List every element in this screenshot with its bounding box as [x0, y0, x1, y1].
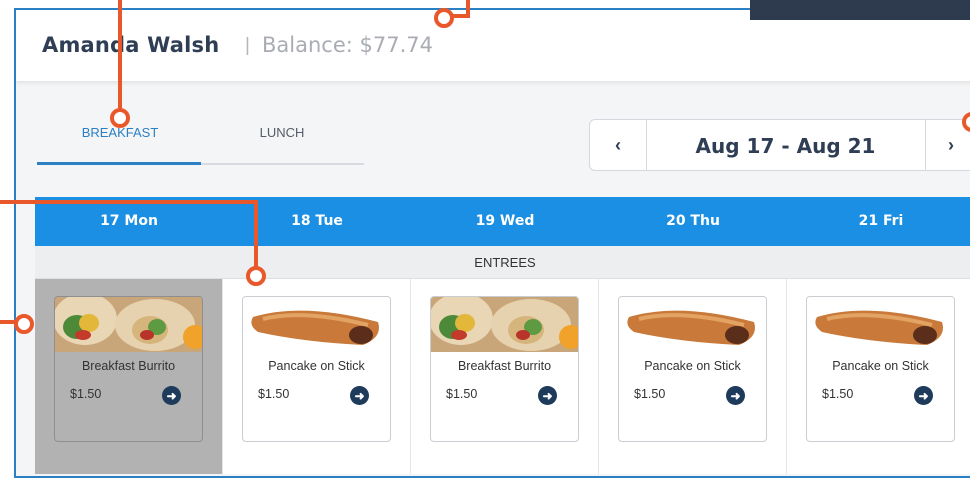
category-row: ENTREES	[35, 246, 970, 279]
pancake-stick-image	[619, 297, 766, 352]
menu-cell[interactable]: Pancake on Stick $1.50 ➜	[599, 279, 787, 474]
item-price: $1.50	[634, 387, 666, 401]
callout-dot	[110, 108, 130, 128]
day-header: 17 Mon	[100, 213, 158, 229]
arrow-right-icon[interactable]: ➜	[162, 386, 181, 405]
day-header: 19 Wed	[475, 213, 535, 229]
arrow-right-icon[interactable]: ➜	[914, 386, 933, 405]
date-range-label: Aug 17 - Aug 21	[695, 134, 876, 158]
menu-item-card[interactable]: Pancake on Stick $1.50 ➜	[618, 296, 767, 442]
item-name: Breakfast Burrito	[457, 359, 552, 373]
callout-line	[118, 0, 122, 112]
item-price: $1.50	[446, 387, 478, 401]
menu-cell[interactable]: Pancake on Stick $1.50 ➜	[787, 279, 970, 474]
balance: Balance: $77.74	[262, 33, 433, 57]
burrito-image	[431, 297, 578, 352]
tab-lunch[interactable]: LUNCH	[202, 125, 362, 140]
tab-active-indicator	[37, 162, 201, 165]
user-name: Amanda Walsh	[42, 33, 220, 57]
menu-item-card[interactable]: Pancake on Stick $1.50 ➜	[806, 296, 955, 442]
item-price: $1.50	[822, 387, 854, 401]
arrow-right-icon[interactable]: ➜	[538, 386, 557, 405]
previous-week-button[interactable]: ‹	[590, 120, 647, 170]
arrow-right-icon[interactable]: ➜	[726, 386, 745, 405]
item-name: Pancake on Stick	[832, 359, 929, 373]
top-right-panel	[750, 0, 970, 20]
menu-cell[interactable]: Breakfast Burrito $1.50 ➜	[411, 279, 599, 474]
item-price: $1.50	[258, 387, 290, 401]
item-name: Pancake on Stick	[644, 359, 741, 373]
menu-item-card[interactable]: Breakfast Burrito $1.50 ➜	[430, 296, 579, 442]
day-header: 18 Tue	[291, 213, 343, 229]
day-header: 20 Thu	[666, 213, 720, 229]
arrow-right-icon[interactable]: ➜	[350, 386, 369, 405]
header-separator: |	[245, 35, 250, 56]
callout-line	[0, 200, 258, 204]
day-header: 21 Fri	[858, 213, 904, 229]
day-header-row: 17 Mon 18 Tue 19 Wed 20 Thu 21 Fri	[35, 197, 970, 246]
chevron-right-icon: ›	[948, 134, 954, 155]
date-range-selector: ‹ Aug 17 - Aug 21 ›	[589, 119, 970, 171]
callout-dot	[434, 8, 454, 28]
burrito-image	[55, 297, 202, 352]
menu-cell[interactable]: Breakfast Burrito $1.50 ➜	[35, 279, 223, 474]
menu-cell[interactable]: Pancake on Stick $1.50 ➜	[223, 279, 411, 474]
callout-dot	[246, 266, 266, 286]
pancake-stick-image	[243, 297, 390, 352]
menu-item-card[interactable]: Pancake on Stick $1.50 ➜	[242, 296, 391, 442]
item-name: Pancake on Stick	[268, 359, 365, 373]
callout-dot	[14, 314, 34, 334]
chevron-left-icon: ‹	[615, 134, 621, 155]
callout-line	[254, 200, 258, 272]
menu-grid: Breakfast Burrito $1.50 ➜ Pancake on Sti…	[35, 279, 970, 474]
item-price: $1.50	[70, 387, 102, 401]
header-bar: Amanda Walsh | Balance: $77.74	[16, 10, 970, 81]
item-name: Breakfast Burrito	[81, 359, 176, 373]
menu-item-card[interactable]: Breakfast Burrito $1.50 ➜	[54, 296, 203, 442]
category-label: ENTREES	[474, 255, 536, 270]
pancake-stick-image	[807, 297, 954, 352]
